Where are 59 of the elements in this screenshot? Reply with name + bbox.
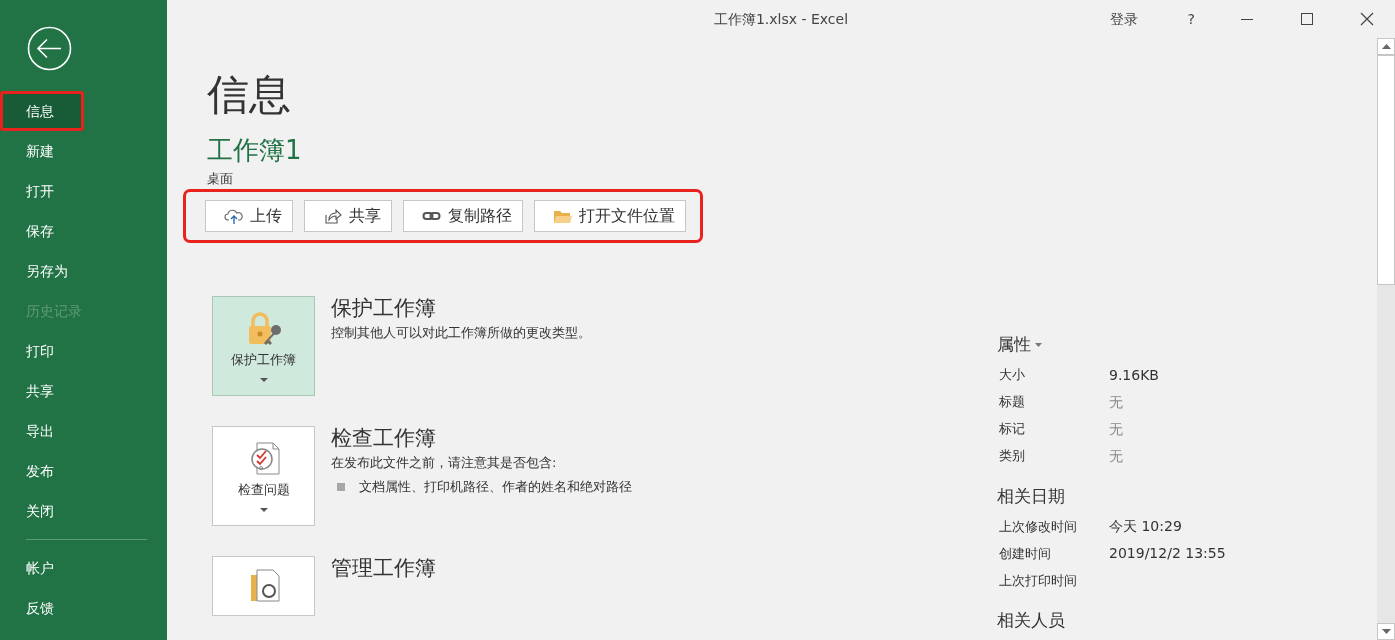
sidebar-item[interactable]: 导出 (0, 411, 167, 451)
section-title: 检查工作簿 (331, 426, 437, 452)
sidebar-item[interactable]: 另存为 (0, 251, 167, 291)
property-label: 类别 (999, 447, 1026, 466)
group-heading: 相关日期 (997, 484, 1065, 508)
tile-button[interactable]: 保护工作簿 (212, 296, 315, 397)
scrollbar[interactable] (1377, 38, 1395, 640)
action-button[interactable]: 上传 (205, 200, 293, 233)
property-value: 无 (1109, 446, 1123, 466)
property-label: 标题 (999, 393, 1026, 412)
sidebar-item[interactable]: 关闭 (0, 491, 167, 531)
section-description: 控制其他人可以对此工作簿所做的更改类型。 (331, 324, 591, 343)
group-heading: 相关人员 (997, 609, 1065, 632)
sidebar-item[interactable]: 发布 (0, 451, 167, 491)
share-arrow-icon (323, 207, 343, 226)
close-icon[interactable] (1359, 11, 1375, 27)
page-heading: 信息 (207, 74, 292, 116)
property-label: 上次修改时间 (999, 517, 1078, 536)
help-button[interactable]: ? (1165, 0, 1217, 38)
sidebar-item[interactable]: 打开 (0, 171, 167, 211)
caret-icon[interactable] (1035, 342, 1042, 347)
property-label: 标记 (999, 420, 1026, 439)
maximize-icon[interactable] (1299, 11, 1315, 27)
property-label: 上次打印时间 (999, 571, 1078, 590)
sidebar-item[interactable]: 新建 (0, 131, 167, 171)
sidebar-item[interactable]: 反馈 (0, 588, 167, 628)
tile-button[interactable] (212, 556, 315, 617)
scroll-down-icon[interactable] (1381, 629, 1391, 634)
property-value: 2019/12/2 13:55 (1109, 544, 1226, 563)
property-value: 无 (1109, 419, 1123, 439)
caret-icon (259, 507, 268, 512)
action-button[interactable]: 复制路径 (403, 200, 523, 233)
file-name: 工作簿1 (207, 136, 303, 165)
scroll-up-icon[interactable] (1381, 44, 1391, 49)
scroll-thumb[interactable] (1377, 55, 1395, 285)
property-value: 9.16KB (1109, 365, 1159, 385)
bullet-text: 文档属性、打印机路径、作者的姓名和绝对路径 (359, 477, 632, 496)
section-title: 管理工作簿 (331, 556, 436, 582)
property-label: 创建时间 (999, 544, 1052, 563)
section-title: 保护工作簿 (331, 296, 437, 322)
sidebar-item[interactable]: 共享 (0, 371, 167, 411)
action-button[interactable]: 打开文件位置 (534, 200, 686, 233)
group-heading: 属性 (997, 333, 1031, 356)
sidebar-item[interactable]: 打印 (0, 331, 167, 371)
file-location: 桌面 (207, 169, 234, 188)
action-button[interactable]: 共享 (304, 200, 392, 233)
property-value: 今天 10:29 (1109, 517, 1182, 536)
property-label: 大小 (999, 366, 1026, 385)
tile-button[interactable]: 检查问题 (212, 426, 315, 527)
sign-in-link[interactable]: 登录 (1081, 0, 1166, 38)
section-description: 在发布此文件之前，请注意其是否包含: (331, 454, 558, 473)
sidebar-item[interactable]: 信息 (0, 91, 84, 131)
caret-icon (259, 377, 268, 382)
sidebar-item[interactable]: 保存 (0, 211, 167, 251)
sidebar-item[interactable]: 帐户 (0, 548, 167, 588)
cloud-upload-icon (224, 207, 244, 226)
window-title: 工作簿1.xlsx - Excel (713, 9, 849, 29)
bullet-icon (337, 482, 345, 491)
property-value: 无 (1109, 392, 1123, 412)
